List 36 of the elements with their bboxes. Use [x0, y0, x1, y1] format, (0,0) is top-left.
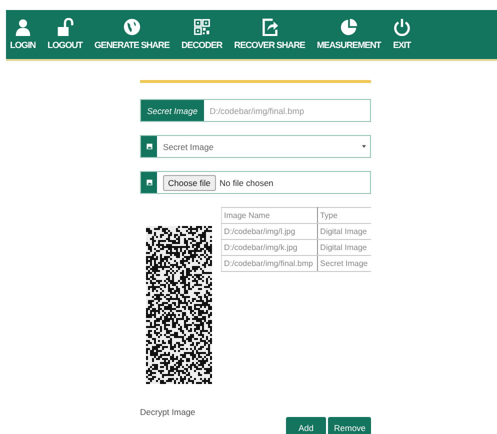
nav-item[interactable]: DECODER: [181, 18, 222, 50]
nav-item[interactable]: MEASUREMENT: [316, 18, 381, 50]
file-field[interactable]: Choose file No file chosen: [140, 171, 371, 194]
nav-item[interactable]: EXIT: [392, 18, 411, 50]
caret-icon: [362, 145, 366, 148]
file-status: No file chosen: [220, 178, 274, 188]
choose-file-button[interactable]: Choose file: [163, 174, 216, 190]
qr-code-icon: [192, 18, 211, 36]
table-cell: D:/codebar/img/k.jpg: [222, 240, 318, 256]
table-cell: D:/codebar/img/final.bmp: [222, 256, 318, 272]
column-header: Image Name: [222, 208, 318, 224]
select-value: Secret Image: [162, 142, 214, 152]
pie-chart-icon: [340, 18, 358, 36]
nav-item[interactable]: LOGIN: [10, 18, 36, 50]
field-label: Secret Image: [141, 100, 204, 121]
nav-item[interactable]: RECOVER SHARE: [234, 18, 305, 50]
table-cell: D:/codebar/img/l.jpg: [222, 224, 318, 240]
share-icon: [260, 18, 279, 36]
nav-item[interactable]: LOGOUT: [48, 18, 82, 50]
table-cell: Digital Image: [318, 224, 371, 240]
secret-image-field[interactable]: Secret Image D:/codebar/img/final.bmp: [140, 99, 371, 122]
image-icon: [146, 143, 152, 150]
power-icon: [392, 18, 411, 36]
remove-button[interactable]: Remove: [328, 417, 371, 434]
user-icon: [14, 18, 32, 36]
field-value: D:/codebar/img/final.bmp: [208, 106, 304, 116]
nav-item[interactable]: GENERATE SHARE: [94, 18, 170, 50]
image-type-select[interactable]: Secret Image: [140, 135, 371, 158]
decrypt-label: Decrypt Image: [140, 407, 196, 417]
table-cell: Secret Image: [318, 256, 371, 272]
column-header: Type: [318, 208, 371, 224]
table-cell: Digital Image: [318, 240, 371, 256]
unlocked-padlock-icon: [56, 18, 74, 36]
add-button[interactable]: Add: [286, 417, 326, 434]
globe-icon: [122, 18, 141, 36]
image-icon: [146, 179, 152, 186]
